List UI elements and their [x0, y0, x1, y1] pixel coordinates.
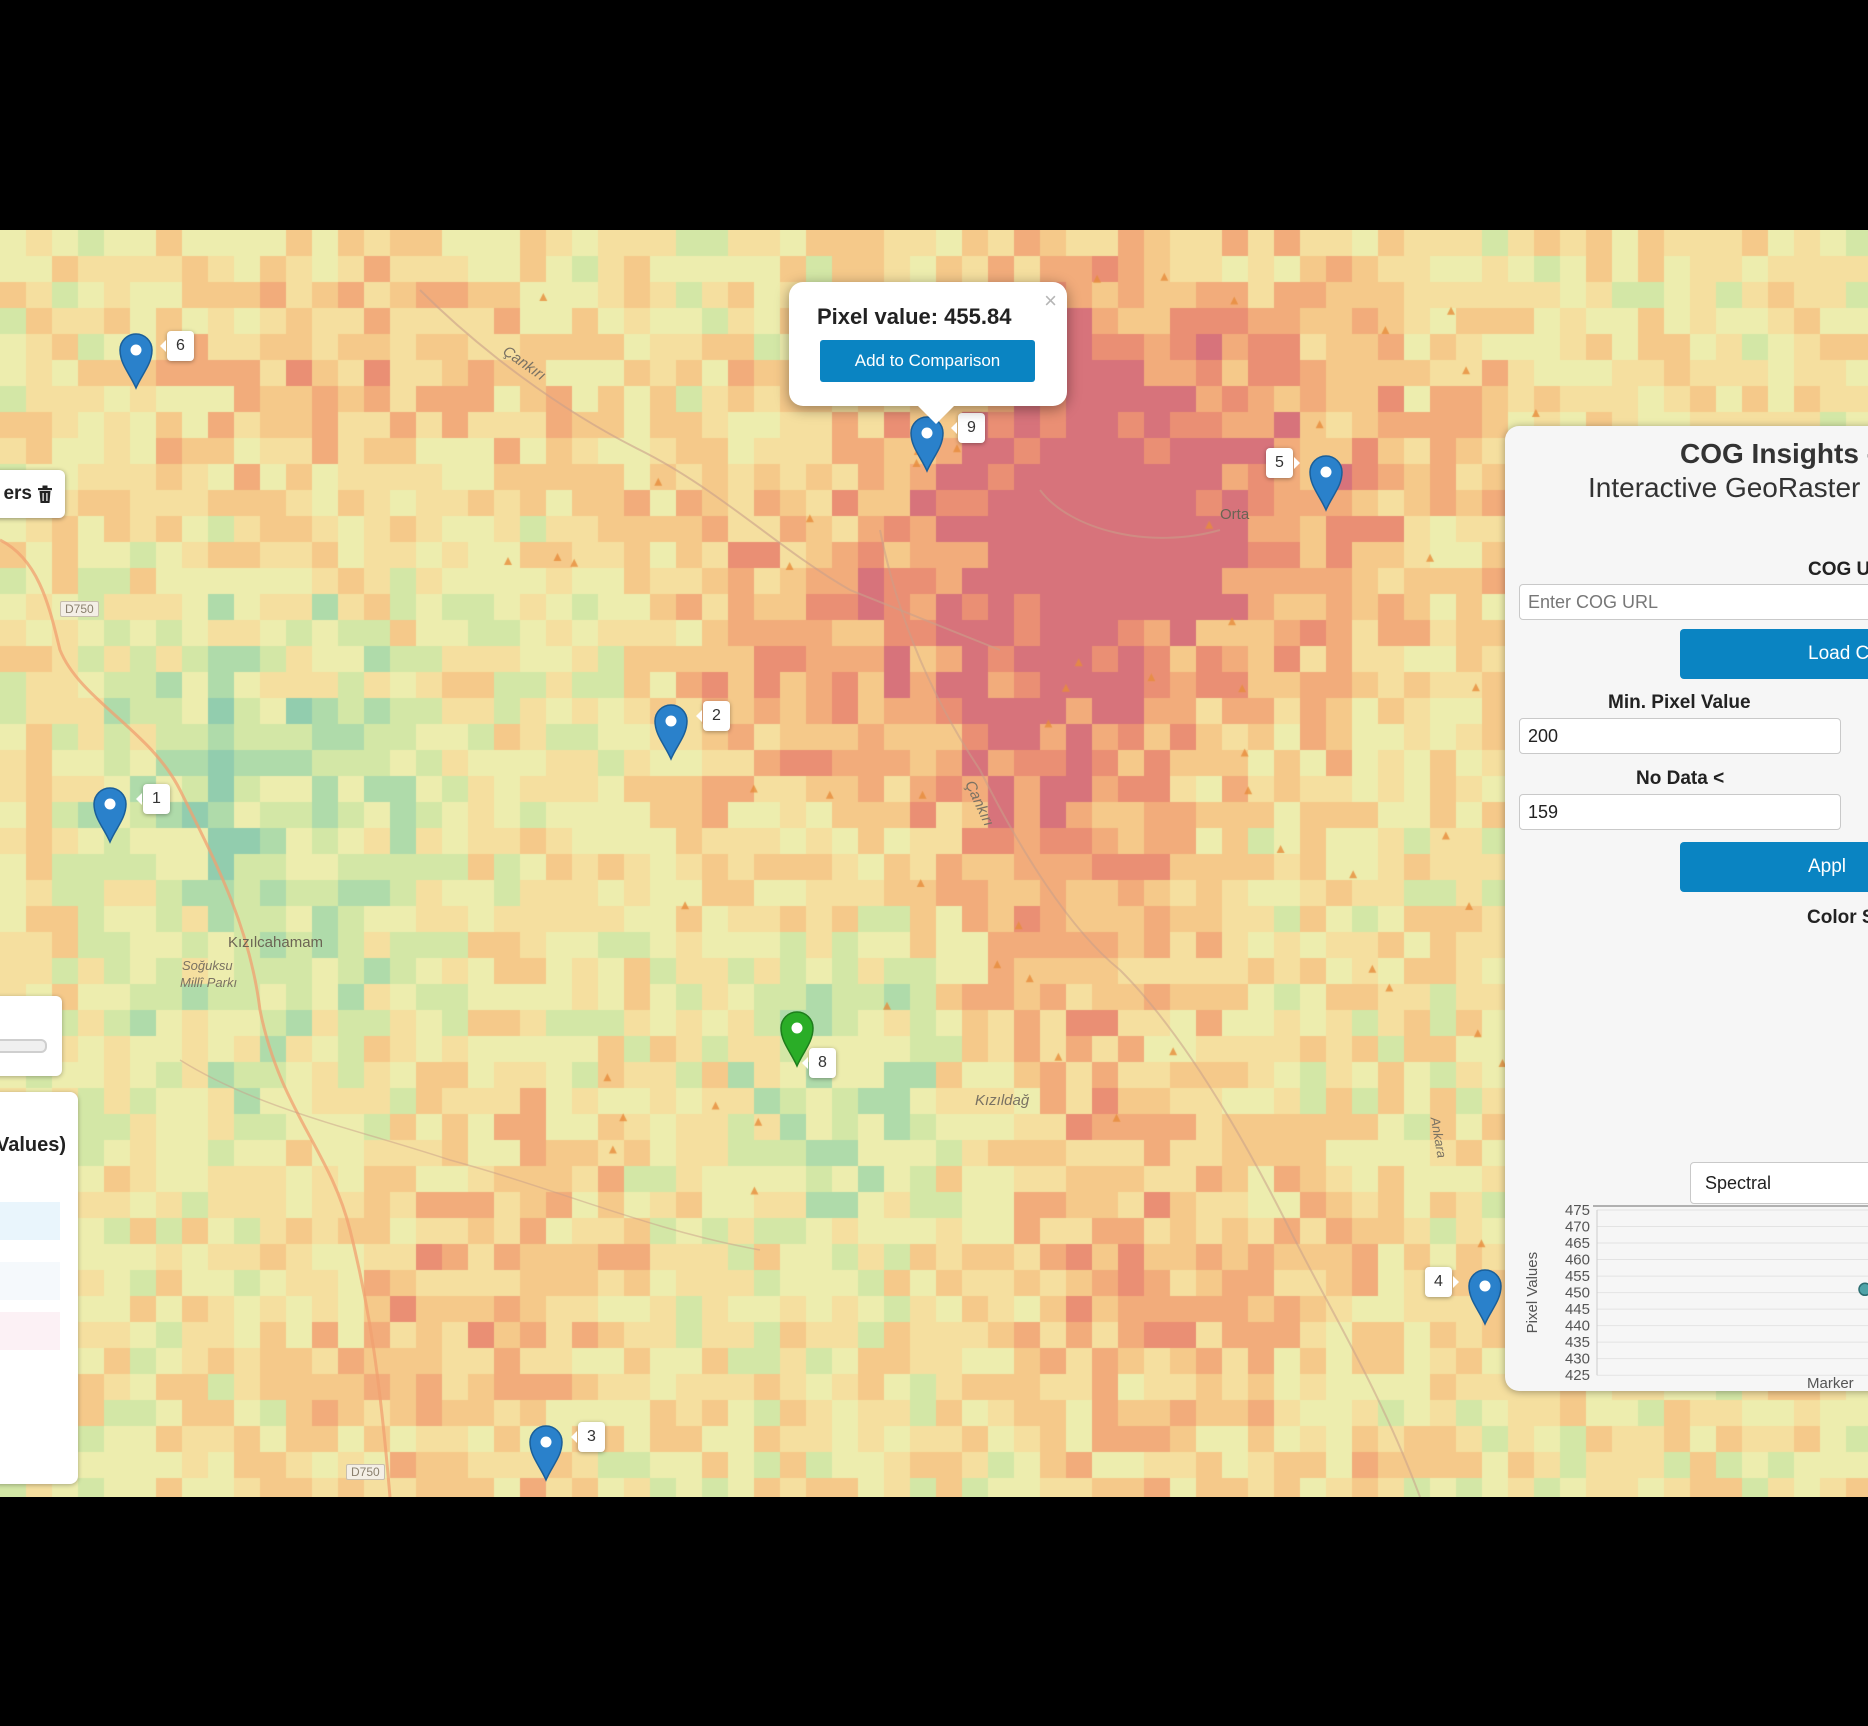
road-shield-d750: D750 [346, 1464, 385, 1480]
popup-pixel-value: Pixel value: 455.84 [817, 304, 1012, 329]
chart-points [1858, 1282, 1868, 1297]
map-view[interactable]: Çankırı Çankırı Orta Kızılcahamam Soğuks… [0, 230, 1868, 1497]
chart-y-axis-label: Pixel Values [1524, 1252, 1541, 1333]
comparison-chart-panel: Values) [0, 1092, 78, 1484]
marker-label-4: 4 [1425, 1267, 1459, 1297]
chart-y-tick-label: 425 [1565, 1367, 1590, 1384]
chart-y-tick-label: 475 [1565, 1202, 1590, 1219]
chart-y-tick-label: 440 [1565, 1318, 1590, 1335]
chart-y-tick-label: 435 [1565, 1334, 1590, 1351]
chart-y-tick-label: 460 [1565, 1252, 1590, 1269]
place-label-kizildag: Kızıldağ [975, 1092, 1030, 1109]
marker-label-8: 8 [802, 1048, 836, 1078]
chart-area-fragment [0, 1312, 60, 1350]
nodata-label: No Data < [1636, 768, 1725, 789]
park-label-line1: Soğuksu [182, 958, 233, 973]
chart-x-tick-label: 7 [1593, 1389, 1601, 1391]
chart-y-tick-label: 450 [1565, 1285, 1590, 1302]
chart-area-fragment [0, 1262, 60, 1300]
chart-gridlines [1593, 1205, 1868, 1376]
chart-area-fragment [0, 1202, 60, 1240]
chart-x-tick-label: 8 [1861, 1389, 1868, 1391]
marker-label-3: 3 [571, 1422, 605, 1452]
panel-title: COG Insights - [1680, 438, 1868, 469]
cog-url-label: COG U [1808, 559, 1868, 580]
min-pixel-input[interactable]: 200 [1519, 718, 1841, 754]
map-marker-5[interactable] [1306, 452, 1346, 512]
clear-markers-button[interactable]: ers [0, 470, 65, 518]
min-pixel-label: Min. Pixel Value [1608, 692, 1751, 713]
park-label-line2: Millî Parkı [180, 975, 238, 990]
road-shield-d750: D750 [60, 601, 99, 617]
map-marker-2[interactable] [651, 701, 691, 761]
marker-label-1: 1 [136, 784, 170, 814]
pixel-value-popup: Pixel value: 455.84 × Add to Comparison [789, 282, 1067, 424]
map-marker-1[interactable] [90, 784, 130, 844]
load-cog-button[interactable]: Load C [1680, 629, 1868, 679]
chart-x-axis-label: Marker [1807, 1375, 1854, 1391]
map-marker-3[interactable] [526, 1422, 566, 1482]
map-marker-6[interactable] [116, 330, 156, 390]
chart-y-tick-label: 455 [1565, 1268, 1590, 1285]
color-scale-label: Color S [1807, 907, 1868, 928]
map-marker-4[interactable] [1465, 1266, 1505, 1326]
place-label-orta: Orta [1220, 506, 1250, 523]
chart-y-tick-labels: 475470465460455450445440435430425 [1565, 1202, 1590, 1384]
add-to-comparison-button[interactable]: Add to Comparison [820, 340, 1035, 382]
cog-insights-panel: COG Insights - Interactive GeoRaster V C… [1505, 426, 1868, 1391]
chart-y-tick-label: 470 [1565, 1219, 1590, 1236]
apply-button[interactable]: Appl [1680, 842, 1868, 892]
opacity-slider-box [0, 996, 62, 1076]
place-label-kizilcahamam: Kızılcahamam [228, 934, 324, 951]
chart-point[interactable] [1858, 1282, 1868, 1297]
popup-close-icon[interactable]: × [1044, 288, 1057, 314]
marker-pin-icon [119, 333, 153, 390]
chart-y-tick-label: 430 [1565, 1351, 1590, 1368]
marker-label-6: 6 [160, 331, 194, 361]
panel-subtitle: Interactive GeoRaster V [1588, 472, 1868, 503]
marker-label-2: 2 [696, 701, 730, 731]
nodata-input[interactable]: 159 [1519, 794, 1841, 830]
color-scale-select[interactable]: Spectral [1690, 1162, 1868, 1204]
comparison-panel-title: Values) [0, 1134, 66, 1156]
clear-markers-label: ers [3, 483, 32, 504]
pixel-values-chart: 475470465460455450445440435430425 7 8 Pix… [1524, 1202, 1868, 1391]
cog-url-input[interactable]: Enter COG URL [1519, 584, 1868, 620]
marker-label-9: 9 [951, 413, 985, 443]
chart-y-tick-label: 445 [1565, 1301, 1590, 1318]
trash-icon [38, 485, 52, 503]
chart-y-tick-label: 465 [1565, 1235, 1590, 1252]
opacity-slider[interactable] [0, 1039, 47, 1053]
marker-label-5: 5 [1266, 448, 1300, 478]
